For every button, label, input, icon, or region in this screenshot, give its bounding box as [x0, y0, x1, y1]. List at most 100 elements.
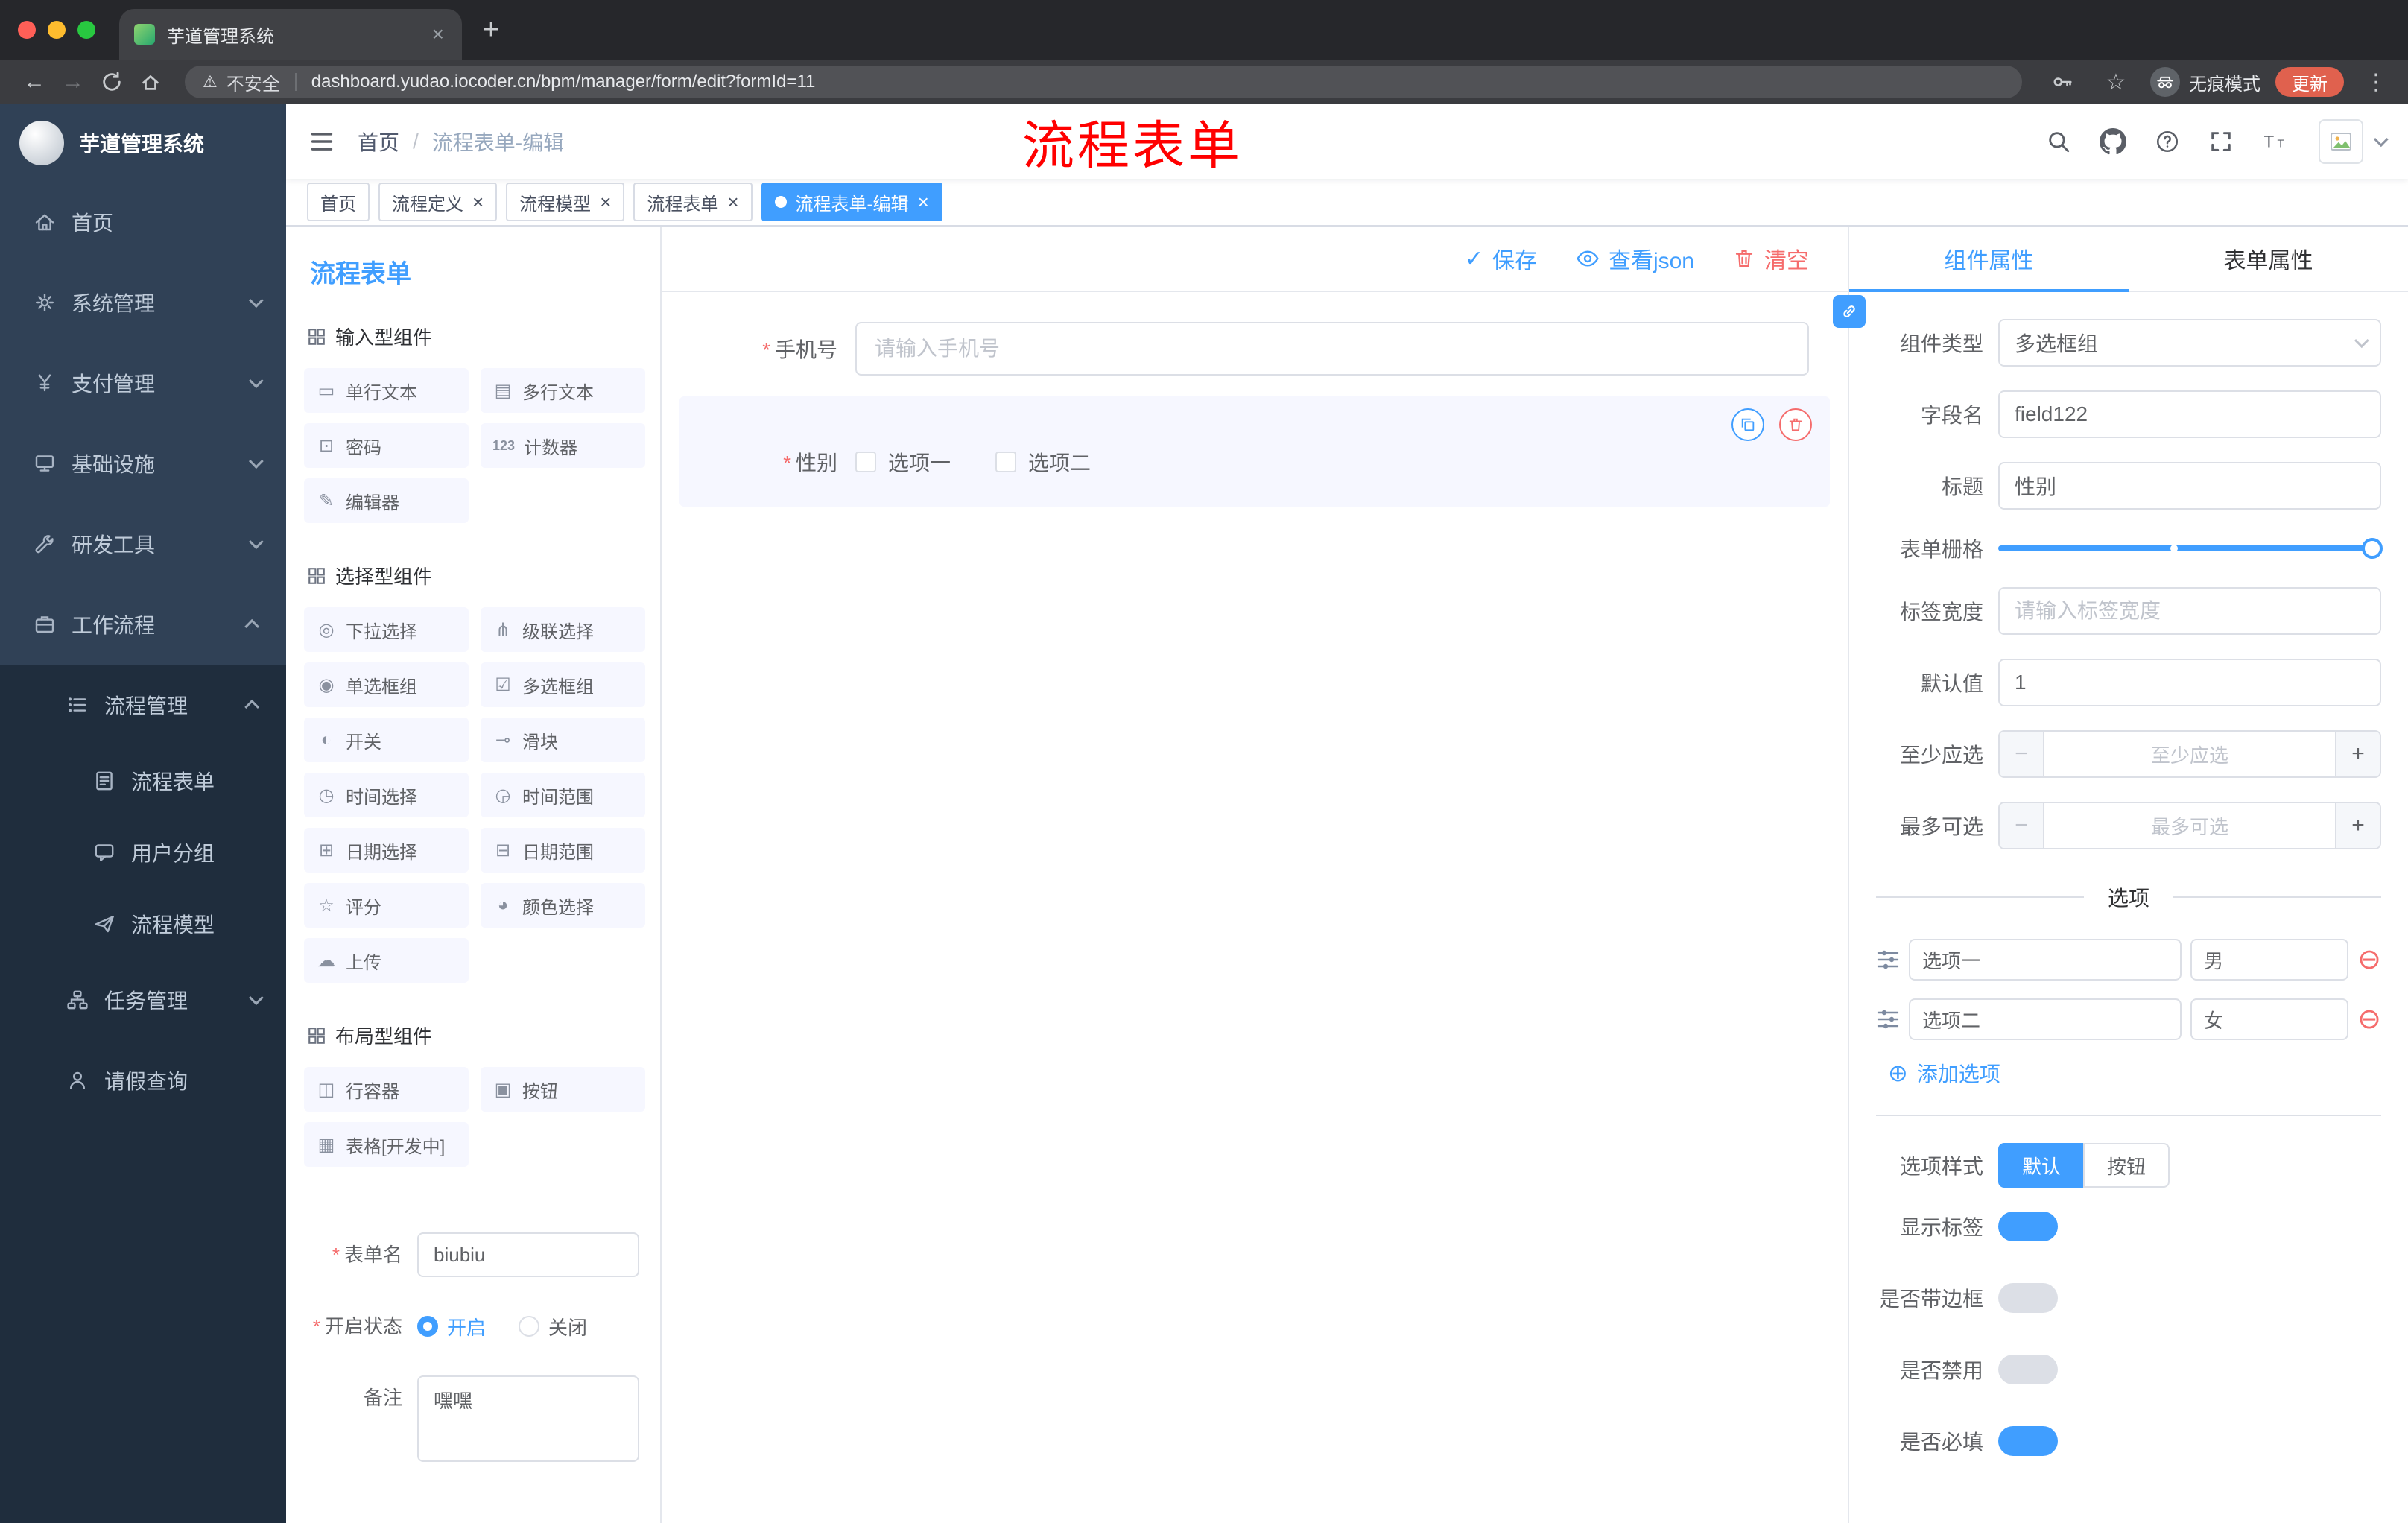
sidebar-item-payment-management[interactable]: 支付管理 [0, 343, 286, 423]
slider-knob[interactable] [2362, 538, 2383, 559]
palette-item-table[interactable]: ▦ 表格[开发中] [304, 1122, 469, 1167]
component-type-select[interactable]: 多选框组 [1998, 319, 2381, 367]
bookmark-star-button[interactable]: ☆ [2097, 64, 2135, 100]
remove-option-button[interactable]: ⊖ [2357, 1005, 2381, 1033]
window-zoom-button[interactable] [77, 21, 95, 39]
field-name-input[interactable] [1998, 390, 2381, 438]
search-button[interactable] [2046, 129, 2071, 154]
browser-update-button[interactable]: 更新 [2275, 67, 2344, 97]
tag-close-icon[interactable]: × [727, 192, 738, 212]
palette-item-rate[interactable]: ☆ 评分 [304, 883, 469, 928]
form-grid-slider[interactable] [1998, 538, 2383, 559]
fullscreen-button[interactable] [2208, 129, 2234, 154]
form-remark-textarea[interactable]: 嘿嘿 [417, 1375, 639, 1462]
palette-item-checkbox-group[interactable]: ☑ 多选框组 [481, 662, 645, 707]
palette-item-counter[interactable]: 123 计数器 [481, 423, 645, 468]
drag-handle-icon[interactable] [1876, 1007, 1900, 1031]
palette-item-select[interactable]: ◎ 下拉选择 [304, 607, 469, 652]
github-button[interactable] [2100, 128, 2126, 155]
browser-tab[interactable]: 芋道管理系统 × [119, 9, 462, 60]
option-label-input[interactable] [1909, 939, 2182, 981]
sidebar-logo[interactable]: 芋道管理系统 [0, 104, 286, 182]
tag-close-icon[interactable]: × [918, 192, 929, 212]
style-button-button[interactable]: 按钮 [2083, 1143, 2170, 1188]
default-value-input[interactable] [1998, 659, 2381, 706]
sidebar-item-system-management[interactable]: 系统管理 [0, 262, 286, 343]
tag-close-icon[interactable]: × [472, 192, 484, 212]
help-button[interactable] [2155, 129, 2180, 154]
breadcrumb-home[interactable]: 首页 [358, 127, 399, 156]
sidebar-item-infrastructure[interactable]: 基础设施 [0, 423, 286, 504]
sidebar-item-home[interactable]: 首页 [0, 182, 286, 262]
status-radio-on[interactable]: 开启 [417, 1313, 486, 1340]
style-default-button[interactable]: 默认 [1998, 1143, 2084, 1188]
user-avatar-menu[interactable] [2319, 119, 2389, 164]
label-width-input[interactable] [1998, 587, 2381, 635]
copy-field-button[interactable] [1731, 408, 1764, 441]
sidebar-item-process-model[interactable]: 流程模型 [0, 888, 286, 960]
browser-menu-button[interactable]: ⋮ [2359, 69, 2393, 95]
palette-item-multi-line-text[interactable]: ▤ 多行文本 [481, 368, 645, 413]
sidebar-item-dev-tools[interactable]: 研发工具 [0, 504, 286, 584]
form-field-phone[interactable]: * 手机号 [679, 313, 1830, 384]
forward-button[interactable]: → [54, 64, 92, 100]
palette-item-color-picker[interactable]: ◕ 颜色选择 [481, 883, 645, 928]
with-border-toggle[interactable] [1998, 1283, 2058, 1313]
tab-close-icon[interactable]: × [429, 22, 447, 46]
tag-process-model[interactable]: 流程模型 × [506, 183, 625, 221]
status-radio-off[interactable]: 关闭 [519, 1313, 587, 1340]
sidebar-item-leave-query[interactable]: 请假查询 [0, 1040, 286, 1121]
decrease-button[interactable]: − [2000, 803, 2044, 848]
palette-item-editor[interactable]: ✎ 编辑器 [304, 478, 469, 523]
palette-item-slider[interactable]: ⊸ 滑块 [481, 718, 645, 762]
option-label-input[interactable] [1909, 998, 2182, 1040]
increase-button[interactable]: + [2335, 732, 2380, 776]
sidebar-item-process-management[interactable]: 流程管理 [0, 665, 286, 745]
decrease-button[interactable]: − [2000, 732, 2044, 776]
save-button[interactable]: ✓ 保存 [1465, 242, 1537, 275]
option-value-input[interactable] [2190, 939, 2349, 981]
palette-item-time-range[interactable]: ◶ 时间范围 [481, 773, 645, 817]
palette-item-date-picker[interactable]: ⊞ 日期选择 [304, 828, 469, 873]
add-option-button[interactable]: ⊕ 添加选项 [1888, 1058, 2381, 1088]
tag-process-form-edit[interactable]: 流程表单-编辑 × [761, 183, 942, 221]
clear-button[interactable]: 清空 [1733, 242, 1809, 275]
checkbox-option-1[interactable]: 选项一 [855, 447, 951, 477]
back-button[interactable]: ← [15, 64, 54, 100]
max-select-value[interactable]: 最多可选 [2044, 803, 2335, 848]
palette-item-button[interactable]: ▣ 按钮 [481, 1067, 645, 1112]
sidebar-item-workflow[interactable]: 工作流程 [0, 584, 286, 665]
tag-process-form[interactable]: 流程表单 × [633, 183, 752, 221]
remove-option-button[interactable]: ⊖ [2357, 946, 2381, 974]
increase-button[interactable]: + [2335, 803, 2380, 848]
palette-item-switch[interactable]: ◐ 开关 [304, 718, 469, 762]
checkbox-option-2[interactable]: 选项二 [995, 447, 1091, 477]
palette-item-radio-group[interactable]: ◉ 单选框组 [304, 662, 469, 707]
sidebar-item-process-form[interactable]: 流程表单 [0, 745, 286, 817]
view-json-button[interactable]: 查看json [1576, 242, 1694, 275]
window-minimize-button[interactable] [48, 21, 66, 39]
tab-component-props[interactable]: 组件属性 [1849, 227, 2129, 292]
palette-item-single-line-text[interactable]: ▭ 单行文本 [304, 368, 469, 413]
form-name-input[interactable] [417, 1232, 639, 1277]
window-close-button[interactable] [18, 21, 36, 39]
phone-input[interactable] [855, 322, 1809, 376]
password-key-button[interactable] [2043, 64, 2082, 100]
font-size-button[interactable]: TT [2262, 128, 2290, 155]
min-select-value[interactable]: 至少应选 [2044, 732, 2335, 776]
address-bar[interactable]: ⚠ 不安全 dashboard.yudao.iocoder.cn/bpm/man… [185, 66, 2022, 98]
palette-item-date-range[interactable]: ⊟ 日期范围 [481, 828, 645, 873]
new-tab-button[interactable]: + [483, 16, 499, 44]
incognito-indicator[interactable]: 无痕模式 [2150, 67, 2260, 97]
palette-item-cascader[interactable]: ⋔ 级联选择 [481, 607, 645, 652]
palette-item-row-container[interactable]: ◫ 行容器 [304, 1067, 469, 1112]
show-label-toggle[interactable] [1998, 1212, 2058, 1241]
disabled-toggle[interactable] [1998, 1355, 2058, 1384]
tag-close-icon[interactable]: × [600, 192, 611, 212]
delete-field-button[interactable] [1779, 408, 1812, 441]
tag-process-definition[interactable]: 流程定义 × [378, 183, 498, 221]
sidebar-item-user-group[interactable]: 用户分组 [0, 817, 286, 888]
option-value-input[interactable] [2190, 998, 2349, 1040]
form-field-gender[interactable]: * 性别 选项一 选项二 [679, 396, 1830, 507]
drag-handle-icon[interactable] [1876, 948, 1900, 972]
